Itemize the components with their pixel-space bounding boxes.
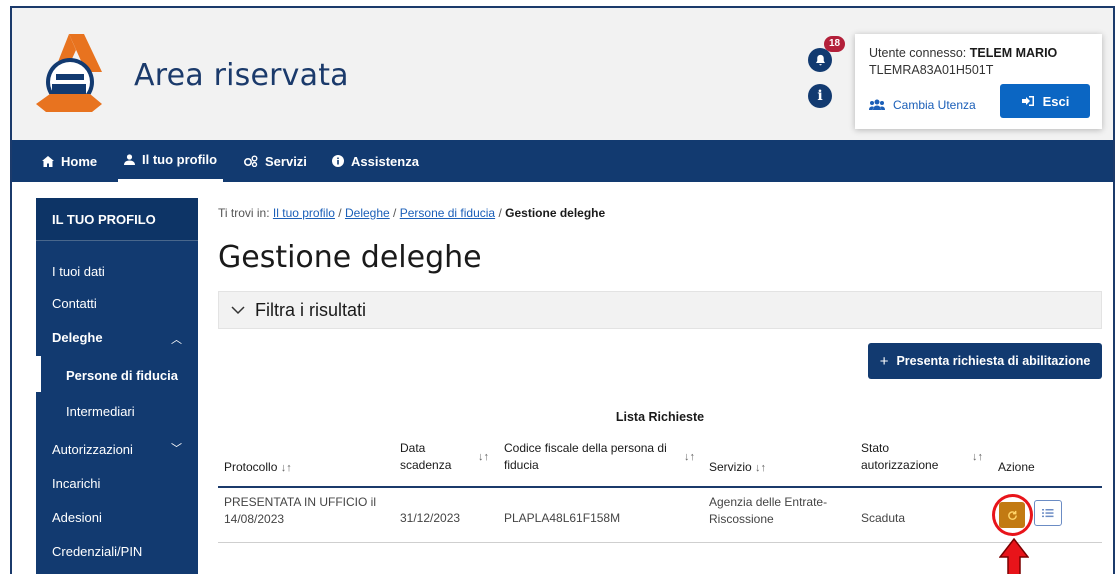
th-servizio-label: Servizio xyxy=(709,460,752,474)
th-cf-label-1: Codice fiscale della persona di xyxy=(504,441,667,455)
details-list-button[interactable] xyxy=(1034,500,1062,526)
breadcrumb-separator: / xyxy=(338,206,342,220)
sidebar-item-deleghe[interactable]: Deleghe xyxy=(52,330,103,345)
sidebar-item-autorizzazioni[interactable]: Autorizzazioni xyxy=(52,442,133,457)
sort-icon[interactable]: ↓↑ xyxy=(281,462,292,474)
nav-profile-label: Il tuo profilo xyxy=(142,152,218,167)
page-title: Gestione deleghe xyxy=(218,240,482,275)
switch-user-link[interactable]: Cambia Utenza xyxy=(869,98,976,112)
cell-codice-fiscale: PLAPLA48L61F158M xyxy=(504,511,621,525)
th-data-scadenza[interactable]: Data scadenza xyxy=(400,440,451,474)
breadcrumb-current: Gestione deleghe xyxy=(505,206,606,220)
th-stato-label-1: Stato xyxy=(861,441,890,455)
cell-protocollo: PRESENTATA IN UFFICIO il 14/08/2023 xyxy=(224,494,376,528)
main-navbar: Home Il tuo profilo Servizi Assistenza xyxy=(12,140,1113,182)
connected-user-label: Utente connesso: xyxy=(869,46,967,60)
sidebar-item-adesioni[interactable]: Adesioni xyxy=(52,510,102,525)
sidebar-item-persone-di-fiducia[interactable]: Persone di fiducia xyxy=(66,368,178,383)
users-icon xyxy=(869,99,885,110)
highlight-circle xyxy=(992,494,1033,536)
profile-sidebar: IL TUO PROFILO I tuoi dati Contatti Dele… xyxy=(36,198,198,574)
chevron-down-icon xyxy=(231,305,245,314)
table-row-divider xyxy=(218,542,1102,543)
breadcrumb-link-profile[interactable]: Il tuo profilo xyxy=(273,206,335,220)
nav-home[interactable]: Home xyxy=(42,140,97,182)
info-circle-icon xyxy=(332,155,344,167)
breadcrumb: Ti trovi in: Il tuo profilo / Deleghe / … xyxy=(218,206,605,220)
connected-user-name: TELEM MARIO xyxy=(969,46,1058,60)
agenzia-entrate-logo xyxy=(36,34,102,112)
breadcrumb-prefix: Ti trovi in: xyxy=(218,206,270,220)
services-icon xyxy=(244,155,258,167)
list-icon xyxy=(1042,509,1054,518)
sidebar-active-indicator xyxy=(36,356,41,392)
app-frame: Area riservata 18 i Utente connesso: TEL… xyxy=(10,6,1115,574)
logout-button[interactable]: Esci xyxy=(1000,84,1090,118)
site-title: Area riservata xyxy=(134,58,349,93)
th-protocollo-label: Protocollo xyxy=(224,460,278,474)
sidebar-item-dati[interactable]: I tuoi dati xyxy=(52,264,105,279)
cell-servizio-line-2: Riscossione xyxy=(709,512,774,526)
breadcrumb-link-persone[interactable]: Persone di fiducia xyxy=(400,206,495,220)
cell-stato: Scaduta xyxy=(861,511,906,525)
th-codice-fiscale[interactable]: Codice fiscale della persona di fiducia xyxy=(504,440,667,474)
filter-accordion[interactable]: Filtra i risultati xyxy=(218,291,1102,329)
sort-icon[interactable]: ↓↑ xyxy=(972,449,983,466)
nav-assistance-label: Assistenza xyxy=(351,153,419,169)
home-icon xyxy=(42,155,54,167)
nav-profile[interactable]: Il tuo profilo xyxy=(118,140,224,182)
add-request-button[interactable]: + Presenta richiesta di abilitazione xyxy=(868,343,1102,379)
cell-data-scadenza: 31/12/2023 xyxy=(400,511,461,525)
nav-home-label: Home xyxy=(61,153,98,169)
user-fiscal-code: TLEMRA83A01H501T xyxy=(869,63,994,77)
switch-user-label: Cambia Utenza xyxy=(893,98,976,112)
sidebar-item-incarichi[interactable]: Incarichi xyxy=(52,476,100,491)
logout-label: Esci xyxy=(1042,93,1070,109)
breadcrumb-separator: / xyxy=(393,206,397,220)
th-cf-label-2: fiducia xyxy=(504,458,539,472)
site-header: Area riservata 18 i Utente connesso: TEL… xyxy=(12,8,1113,140)
notification-count-badge: 18 xyxy=(824,36,846,52)
sidebar-item-contatti[interactable]: Contatti xyxy=(52,296,97,311)
add-request-label: Presenta richiesta di abilitazione xyxy=(896,354,1091,368)
sidebar-item-intermediari[interactable]: Intermediari xyxy=(66,404,135,419)
breadcrumb-link-deleghe[interactable]: Deleghe xyxy=(345,206,390,220)
sidebar-item-credenziali[interactable]: Credenziali/PIN xyxy=(52,544,142,559)
plus-icon: + xyxy=(879,352,889,370)
nav-assistance[interactable]: Assistenza xyxy=(332,140,419,182)
nav-services-label: Servizi xyxy=(265,153,307,169)
connected-user: Utente connesso: TELEM MARIO xyxy=(869,46,1057,60)
sort-icon[interactable]: ↓↑ xyxy=(755,462,766,474)
sidebar-heading: IL TUO PROFILO xyxy=(36,198,198,241)
filter-label: Filtra i risultati xyxy=(255,299,367,320)
notifications-bell-icon[interactable] xyxy=(808,48,832,72)
breadcrumb-separator: / xyxy=(498,206,502,220)
info-icon[interactable]: i xyxy=(808,84,832,108)
user-card: Utente connesso: TELEM MARIO TLEMRA83A01… xyxy=(855,34,1102,129)
th-protocollo[interactable]: Protocollo ↓↑ xyxy=(224,459,292,477)
cell-protocollo-line-2: 14/08/2023 xyxy=(224,512,285,526)
cell-servizio-line-1: Agenzia delle Entrate- xyxy=(709,495,828,509)
nav-services[interactable]: Servizi xyxy=(244,140,307,182)
th-servizio[interactable]: Servizio ↓↑ xyxy=(709,459,766,477)
sort-icon[interactable]: ↓↑ xyxy=(684,449,695,466)
chevron-down-icon[interactable]: ﹀ xyxy=(171,440,182,456)
th-data-label-2: scadenza xyxy=(400,458,452,472)
sign-out-icon xyxy=(1021,96,1034,106)
table-header-divider xyxy=(218,486,1102,488)
th-stato-label-2: autorizzazione xyxy=(861,458,939,472)
th-data-label-1: Data xyxy=(400,441,426,455)
th-stato[interactable]: Stato autorizzazione xyxy=(861,440,938,474)
cell-servizio: Agenzia delle Entrate- Riscossione xyxy=(709,494,827,528)
user-icon xyxy=(124,154,135,165)
red-arrow-up-icon xyxy=(999,538,1029,574)
cell-protocollo-line-1: PRESENTATA IN UFFICIO il xyxy=(224,495,377,509)
chevron-up-icon[interactable]: ︿ xyxy=(171,331,182,347)
table-caption: Lista Richieste xyxy=(615,410,705,424)
sort-icon[interactable]: ↓↑ xyxy=(478,449,489,466)
th-azione: Azione xyxy=(998,460,1035,474)
